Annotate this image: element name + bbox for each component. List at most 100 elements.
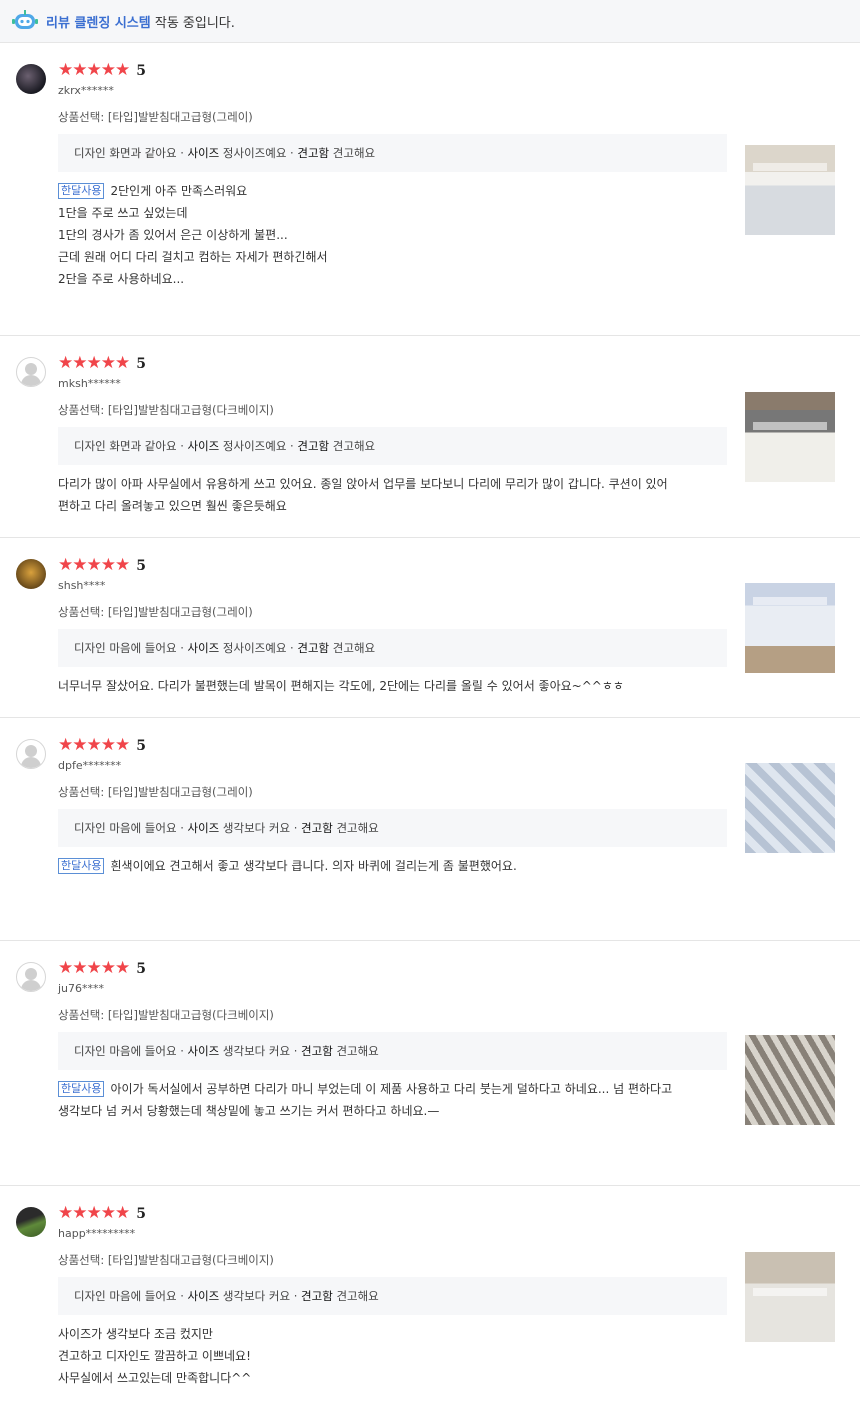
review-cleansing-banner: 리뷰 클렌징 시스템 작동 중입니다.: [0, 0, 860, 43]
survey-a1: 화면과 같아요: [109, 146, 177, 160]
review-item: ★★★★★ 5 mksh****** 상품선택: [타입]발받침대고급형(다크베…: [0, 336, 860, 538]
review-text: 한달사용 흰색이에요 견고해서 좋고 생각보다 큽니다. 의자 바퀴에 걸리는게 …: [58, 855, 730, 877]
review-item: ★★★★★ 5 shsh**** 상품선택: [타입]발받침대고급형(그레이) …: [0, 538, 860, 718]
reviewer-id: happ*********: [58, 1227, 136, 1240]
rating: ★★★★★ 5: [58, 1205, 146, 1222]
product-option: 상품선택: [타입]발받침대고급형(다크베이지): [58, 1008, 274, 1022]
survey-q2: 사이즈: [187, 1289, 220, 1303]
avatar: [16, 559, 46, 589]
review-item: ★★★★★ 5 happ********* 상품선택: [타입]발받침대고급형(…: [0, 1186, 860, 1402]
survey-q1: 디자인: [74, 821, 106, 835]
avatar: [16, 64, 46, 94]
rating-score: 5: [136, 737, 146, 754]
review-line: 생각보다 넘 커서 당황했는데 책상밑에 놓고 쓰기는 커서 편하다고 하네요.…: [58, 1104, 440, 1118]
survey-summary: 디자인 화면과 같아요 · 사이즈 정사이즈예요 · 견고함 견고해요: [58, 427, 727, 465]
review-photo-thumbnail[interactable]: [745, 583, 835, 673]
rating-score: 5: [136, 1205, 146, 1222]
survey-a2: 정사이즈예요: [222, 641, 287, 655]
reviewer-id: dpfe*******: [58, 759, 122, 772]
review-item: ★★★★★ 5 ju76**** 상품선택: [타입]발받침대고급형(다크베이지…: [0, 941, 860, 1186]
rating: ★★★★★ 5: [58, 557, 146, 574]
review-line: 1단을 주로 쓰고 싶었는데: [58, 206, 188, 220]
reviewer-id: shsh****: [58, 579, 106, 592]
product-option: 상품선택: [타입]발받침대고급형(그레이): [58, 605, 253, 619]
survey-a1: 마음에 들어요: [109, 1044, 177, 1058]
survey-q2: 사이즈: [187, 641, 220, 655]
survey-a2: 정사이즈예요: [222, 439, 287, 453]
survey-a1: 마음에 들어요: [109, 1289, 177, 1303]
survey-summary: 디자인 마음에 들어요 · 사이즈 생각보다 커요 · 견고함 견고해요: [58, 1032, 727, 1070]
survey-q2: 사이즈: [187, 439, 220, 453]
survey-a2: 생각보다 커요: [222, 821, 291, 835]
survey-summary: 디자인 화면과 같아요 · 사이즈 정사이즈예요 · 견고함 견고해요: [58, 134, 727, 172]
survey-q3: 견고함: [297, 641, 330, 655]
survey-a2: 생각보다 커요: [222, 1044, 291, 1058]
banner-text: 리뷰 클렌징 시스템 작동 중입니다.: [46, 12, 235, 31]
review-line: 견고하고 디자인도 깔끔하고 이쁘네요!: [58, 1349, 251, 1363]
survey-q1: 디자인: [74, 1289, 106, 1303]
rating: ★★★★★ 5: [58, 355, 146, 372]
reviewer-id: ju76****: [58, 982, 105, 995]
default-avatar-icon: [16, 357, 46, 387]
star-icon: ★★★★★: [58, 958, 130, 978]
avatar: [16, 1207, 46, 1237]
review-line: 1단의 경사가 좀 있어서 은근 이상하게 불편...: [58, 228, 288, 242]
survey-summary: 디자인 마음에 들어요 · 사이즈 생각보다 커요 · 견고함 견고해요: [58, 809, 727, 847]
survey-a2: 정사이즈예요: [222, 146, 287, 160]
survey-q3: 견고함: [297, 439, 330, 453]
review-item: ★★★★★ 5 zkrx****** 상품선택: [타입]발받침대고급형(그레이…: [0, 43, 860, 336]
review-text: 너무너무 잘샀어요. 다리가 불편했는데 발목이 편해지는 각도에, 2단에는 …: [58, 675, 730, 697]
survey-a1: 마음에 들어요: [109, 641, 177, 655]
survey-summary: 디자인 마음에 들어요 · 사이즈 정사이즈예요 · 견고함 견고해요: [58, 629, 727, 667]
survey-q1: 디자인: [74, 146, 106, 160]
one-month-use-badge: 한달사용: [58, 183, 105, 199]
review-line: 2단을 주로 사용하네요...: [58, 272, 185, 286]
rating: ★★★★★ 5: [58, 62, 146, 79]
default-avatar-icon: [16, 962, 46, 992]
banner-highlight: 리뷰 클렌징 시스템: [46, 15, 151, 31]
star-icon: ★★★★★: [58, 735, 130, 755]
review-line: 흰색이에요 견고해서 좋고 생각보다 큽니다. 의자 바퀴에 걸리는게 좀 불편…: [110, 859, 517, 873]
survey-q2: 사이즈: [187, 821, 220, 835]
review-photo-thumbnail[interactable]: [745, 763, 835, 853]
rating-score: 5: [136, 960, 146, 977]
survey-a1: 화면과 같아요: [109, 439, 177, 453]
survey-a3: 견고해요: [332, 641, 376, 655]
reviewer-id: mksh******: [58, 377, 121, 390]
survey-a3: 견고해요: [336, 1044, 379, 1058]
survey-q3: 견고함: [301, 821, 333, 835]
rating: ★★★★★ 5: [58, 960, 146, 977]
star-icon: ★★★★★: [58, 1203, 130, 1223]
review-line: 편하고 다리 올려놓고 있으면 훨씬 좋은듯해요: [58, 499, 287, 513]
review-text: 한달사용 아이가 독서실에서 공부하면 다리가 마니 부었는데 이 제품 사용하고…: [58, 1078, 730, 1122]
survey-summary: 디자인 마음에 들어요 · 사이즈 생각보다 커요 · 견고함 견고해요: [58, 1277, 727, 1315]
rating-score: 5: [136, 557, 146, 574]
review-photo-thumbnail[interactable]: [745, 1035, 835, 1125]
survey-q1: 디자인: [74, 641, 106, 655]
survey-q3: 견고함: [297, 146, 330, 160]
review-line: 사이즈가 생각보다 조금 컸지만: [58, 1327, 213, 1341]
review-photo-thumbnail[interactable]: [745, 392, 835, 482]
survey-a1: 마음에 들어요: [109, 821, 177, 835]
review-text: 사이즈가 생각보다 조금 컸지만 견고하고 디자인도 깔끔하고 이쁘네요! 사무…: [58, 1323, 730, 1389]
survey-a3: 견고해요: [336, 1289, 379, 1303]
review-photo-thumbnail[interactable]: [745, 1252, 835, 1342]
survey-a3: 견고해요: [332, 439, 376, 453]
survey-q2: 사이즈: [187, 146, 220, 160]
star-icon: ★★★★★: [58, 353, 130, 373]
review-line: 아이가 독서실에서 공부하면 다리가 마니 부었는데 이 제품 사용하고 다리 …: [110, 1082, 673, 1096]
survey-q1: 디자인: [74, 439, 106, 453]
review-item: ★★★★★ 5 dpfe******* 상품선택: [타입]발받침대고급형(그레…: [0, 718, 860, 941]
review-line: 2단인게 아주 만족스러워요: [110, 184, 248, 198]
rating: ★★★★★ 5: [58, 737, 146, 754]
review-line: 사무실에서 쓰고있는데 만족합니다^^: [58, 1371, 252, 1385]
product-option: 상품선택: [타입]발받침대고급형(그레이): [58, 785, 253, 799]
review-photo-thumbnail[interactable]: [745, 145, 835, 235]
product-option: 상품선택: [타입]발받침대고급형(다크베이지): [58, 403, 274, 417]
survey-q3: 견고함: [301, 1044, 333, 1058]
review-text: 다리가 많이 아파 사무실에서 유용하게 쓰고 있어요. 종일 앉아서 업무를 …: [58, 473, 730, 517]
rating-score: 5: [136, 62, 146, 79]
one-month-use-badge: 한달사용: [58, 1081, 105, 1097]
reviewer-id: zkrx******: [58, 84, 114, 97]
review-line: 너무너무 잘샀어요. 다리가 불편했는데 발목이 편해지는 각도에, 2단에는 …: [58, 679, 624, 693]
